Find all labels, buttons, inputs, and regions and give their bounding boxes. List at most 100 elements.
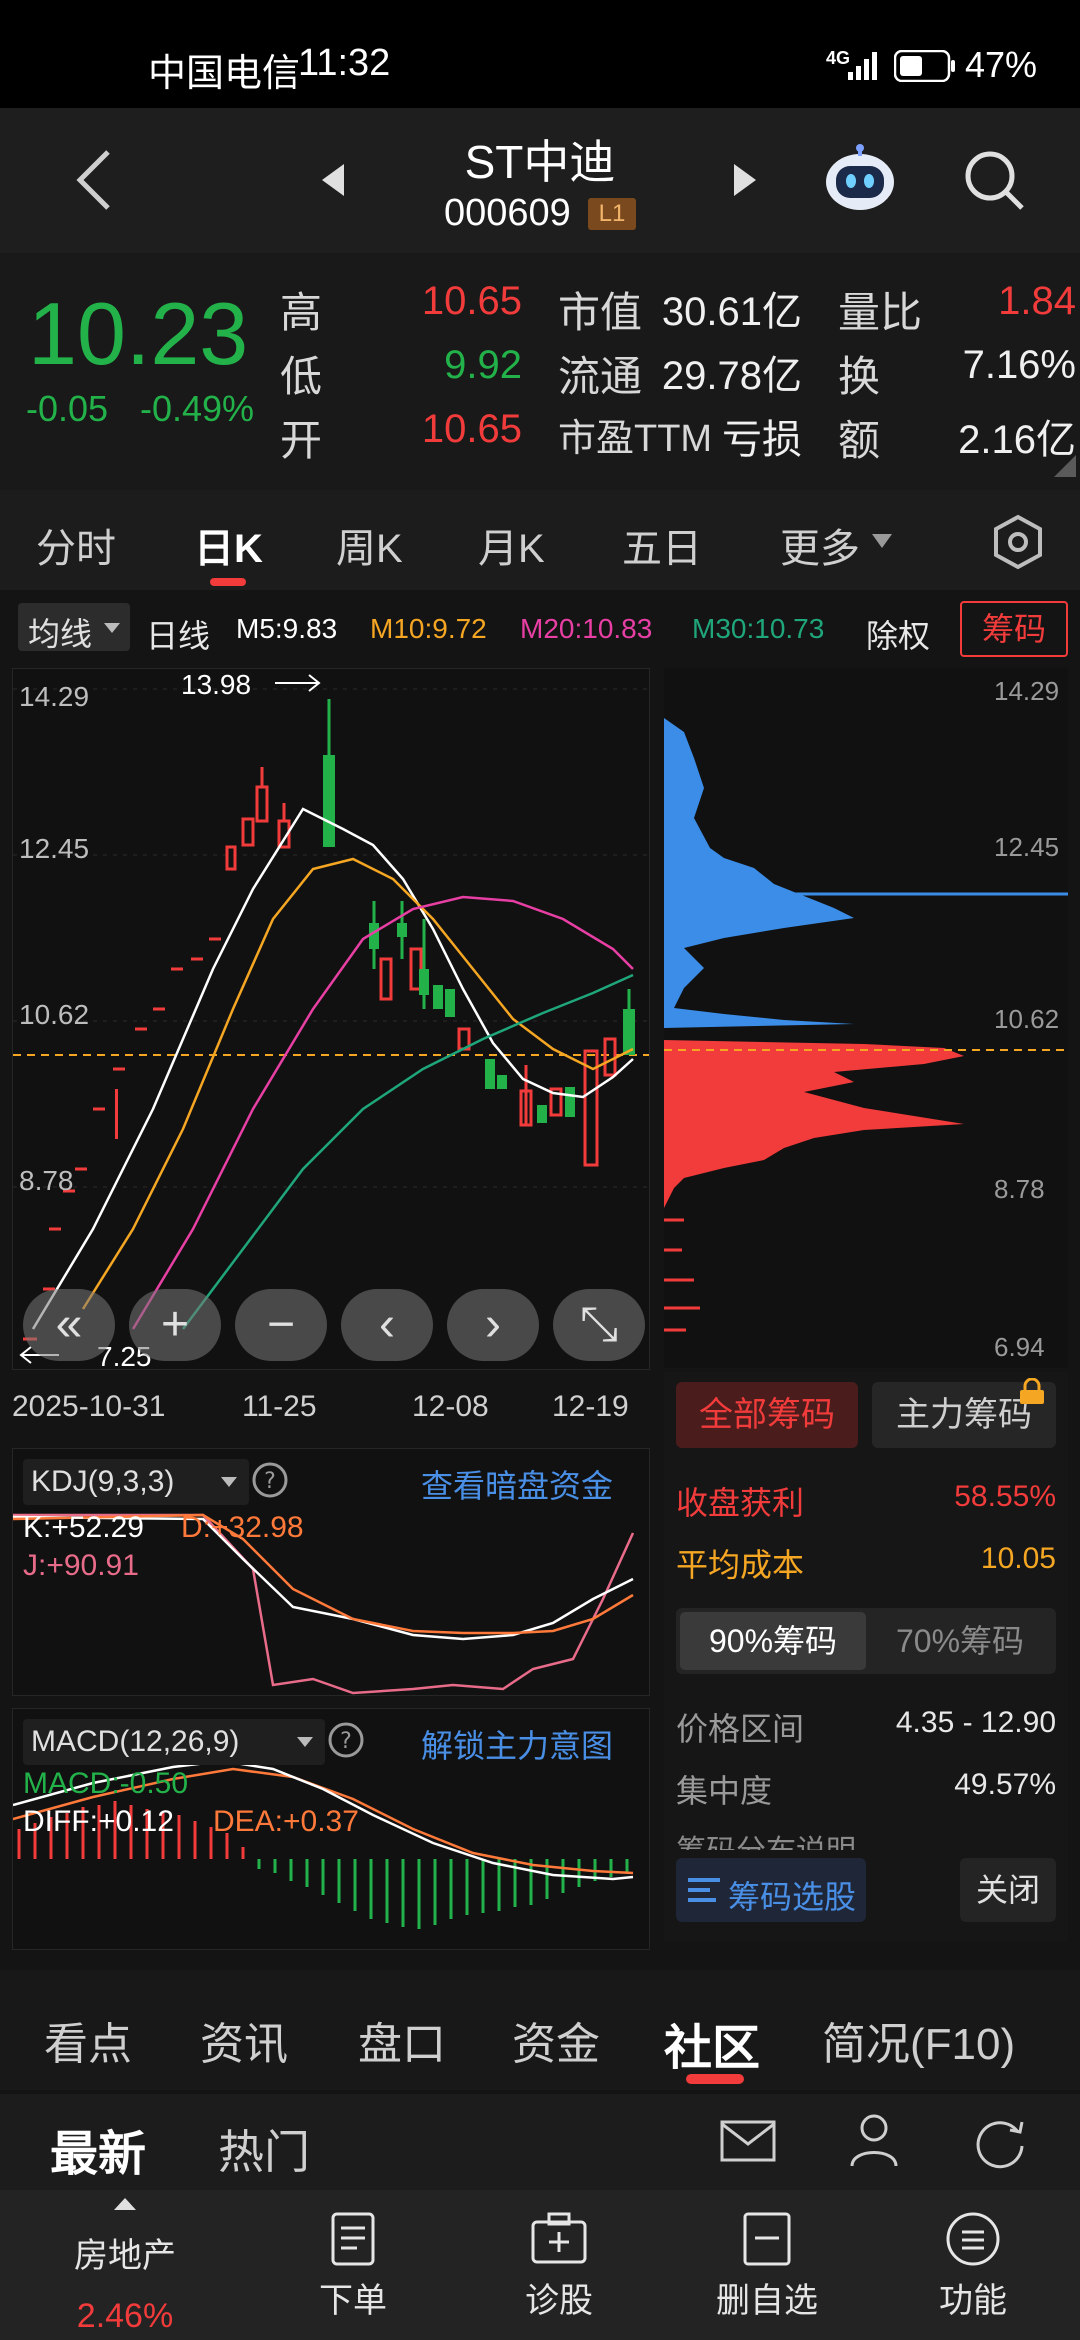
tab-f10[interactable]: 简况(F10) (822, 2008, 1015, 2072)
kdj-k-value: K:+52.29 (23, 1511, 144, 1544)
main-intent-link[interactable]: 解锁主力意图 (421, 1721, 613, 1767)
nav-order[interactable]: 下单 (278, 2210, 428, 2322)
y-label-4: 8.78 (19, 1165, 74, 1196)
feed-bar: 最新 热门 (0, 2094, 1080, 2190)
close-chips-button[interactable]: 关闭 (960, 1858, 1056, 1922)
open-label: 开 (280, 417, 323, 464)
tab-funds[interactable]: 资金 (512, 2008, 600, 2072)
concentration-value: 49.57% (954, 1768, 1056, 1801)
next-stock-icon[interactable] (730, 160, 760, 200)
tab-all-chips[interactable]: 全部筹码 (676, 1382, 858, 1448)
ma30-value: M30:10.73 (692, 613, 825, 644)
indicator-select-label: 均线 (28, 616, 93, 652)
tab-highlights[interactable]: 看点 (44, 2008, 132, 2072)
list-icon (688, 1878, 720, 1902)
macd-diff-value: DIFF:+0.12 (23, 1805, 174, 1838)
avg-cost-label: 平均成本 (676, 1547, 805, 1583)
dark-pool-link[interactable]: 查看暗盘资金 (421, 1461, 613, 1507)
indicator-select[interactable]: 均线 (18, 603, 130, 652)
last-price: 10.23 (28, 284, 249, 383)
user-icon[interactable] (848, 2112, 900, 2168)
tab-five-day[interactable]: 五日 (622, 516, 702, 574)
chips-y-label-2: 12.45 (994, 832, 1060, 862)
chips-button[interactable]: 筹码 (960, 601, 1068, 657)
macd-value: MACD:-0.50 (23, 1767, 189, 1800)
battery-level: 47% (965, 44, 1038, 85)
price-change: -0.05 (26, 388, 109, 429)
nav-functions-label: 功能 (939, 2282, 1007, 2320)
stock-name: ST中迪 (464, 136, 616, 188)
zoom-out-button[interactable]: − (235, 1289, 327, 1361)
avg-cost-value: 10.05 (980, 1542, 1056, 1575)
chips-distribution[interactable]: 14.29 12.45 10.62 8.78 6.94 (664, 668, 1068, 1368)
vol-ratio-label: 量比 (838, 289, 923, 336)
chips-desc-label[interactable]: 筹码分布说明 (676, 1835, 856, 1850)
amount-label: 额 (838, 417, 881, 464)
feed-latest-tab[interactable]: 最新 (50, 2114, 146, 2184)
tab-intraday[interactable]: 分时 (36, 516, 116, 574)
pct70-button[interactable]: 70%筹码 (868, 1612, 1052, 1670)
chips-select-button[interactable]: 筹码选股 (676, 1858, 866, 1922)
scroll-left-button[interactable]: ‹ (341, 1289, 433, 1361)
settings-hexagon-icon[interactable] (990, 514, 1046, 570)
pct90-button[interactable]: 90%筹码 (680, 1612, 866, 1670)
adjust-label[interactable]: 除权 (866, 611, 930, 657)
desc-clip: 筹码分布说明 (676, 1826, 1056, 1850)
tab-order-book[interactable]: 盘口 (358, 2008, 446, 2072)
macd-select-label: MACD(12,26,9) (31, 1725, 240, 1758)
feed-hot-tab[interactable]: 热门 (218, 2116, 310, 2182)
back-arrow-icon[interactable] (72, 146, 116, 214)
period-tabs: 分时 日K 周K 月K 五日 更多 (0, 490, 1080, 590)
remove-icon (743, 2212, 791, 2266)
zoom-in-button[interactable]: + (129, 1289, 221, 1361)
nav-diagnose[interactable]: 诊股 (484, 2210, 634, 2322)
percent-toggle: 90%筹码 70%筹码 (676, 1608, 1056, 1674)
rewind-button[interactable]: « (23, 1289, 115, 1361)
fullscreen-button[interactable]: ⤡ (553, 1289, 645, 1361)
vol-ratio-value: 1.84 (998, 279, 1076, 323)
kline-chart[interactable]: 14.29 12.45 10.62 8.78 13.98 7.25 « + − … (12, 668, 650, 1372)
robot-assistant-icon[interactable] (822, 144, 898, 214)
search-icon[interactable] (962, 148, 1028, 214)
nav-remove-watchlist[interactable]: 删自选 (692, 2210, 842, 2322)
expand-corner-icon[interactable] (1054, 455, 1076, 477)
sector-nav[interactable]: 房地产 2.46% (50, 2228, 200, 2336)
chips-info-panel: 全部筹码 主力筹码 收盘获利 58.55% 平均成本 10.05 90%筹码 7… (664, 1372, 1068, 1942)
low-label: 低 (280, 353, 323, 400)
profit-label: 收盘获利 (676, 1485, 805, 1521)
help-icon[interactable]: ? (327, 1721, 365, 1759)
sector-pct: 2.46% (76, 2297, 174, 2335)
macd-dea-value: DEA:+0.37 (213, 1805, 359, 1838)
chevron-down-icon (104, 623, 120, 633)
lock-icon (1020, 1378, 1044, 1404)
mail-icon[interactable] (720, 2118, 776, 2164)
x-label-4: 12-19 (552, 1390, 629, 1423)
turnover-value: 7.16% (962, 343, 1076, 387)
stock-header: ST中迪 000609 L1 (0, 108, 1080, 253)
nav-remove-label: 删自选 (716, 2282, 818, 2320)
tab-weekly-k[interactable]: 周K (336, 516, 403, 574)
prev-stock-icon[interactable] (318, 160, 348, 200)
kdj-d-value: D:+32.98 (181, 1511, 304, 1544)
menu-circle-icon (946, 2212, 1000, 2266)
tab-monthly-k[interactable]: 月K (478, 516, 545, 574)
help-icon[interactable]: ? (251, 1461, 289, 1499)
refresh-icon[interactable] (972, 2114, 1028, 2170)
tab-daily-k[interactable]: 日K (194, 516, 263, 574)
chips-y-label-4: 8.78 (994, 1174, 1045, 1204)
tab-community[interactable]: 社区 (664, 2008, 760, 2078)
kdj-panel[interactable]: KDJ(9,3,3) ? 查看暗盘资金 K:+52.29 D:+32.98 J:… (12, 1448, 650, 1696)
nav-functions[interactable]: 功能 (898, 2210, 1048, 2322)
chips-y-label-3: 10.62 (994, 1004, 1060, 1034)
macd-panel[interactable]: MACD(12,26,9) ? 解锁主力意图 MACD:-0.50 DIFF:+… (12, 1708, 650, 1950)
chips-y-label-1: 14.29 (994, 676, 1060, 706)
ma5-value: M5:9.83 (236, 613, 338, 644)
kdj-select-label: KDJ(9,3,3) (31, 1465, 175, 1498)
tab-more[interactable]: 更多 (780, 516, 860, 574)
tab-news[interactable]: 资讯 (200, 2008, 288, 2072)
kdj-select[interactable]: KDJ(9,3,3) (23, 1459, 249, 1505)
diagnose-icon (531, 2212, 587, 2264)
macd-select[interactable]: MACD(12,26,9) (23, 1719, 325, 1765)
x-label-2: 11-25 (242, 1390, 317, 1423)
scroll-right-button[interactable]: › (447, 1289, 539, 1361)
